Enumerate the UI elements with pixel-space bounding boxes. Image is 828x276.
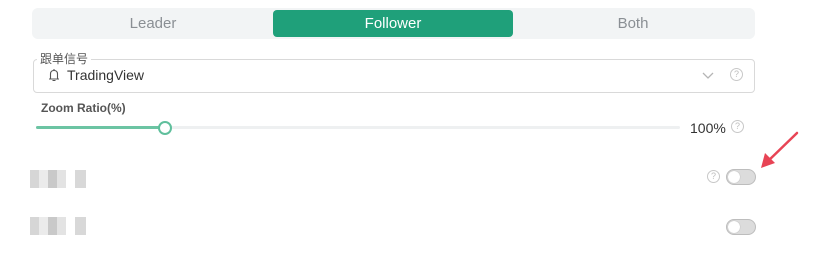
setting-toggle-1[interactable] <box>726 169 756 185</box>
zoom-help-icon[interactable]: ? <box>731 120 744 133</box>
setting-label-blurred-2 <box>30 217 86 235</box>
annotation-arrow-icon <box>761 131 799 168</box>
leader-tab[interactable]: Leader <box>34 10 272 37</box>
setting-label-blurred-1 <box>30 170 86 188</box>
signal-value: TradingView <box>67 67 145 83</box>
toggle-knob <box>728 171 740 183</box>
zoom-slider-handle[interactable] <box>157 121 172 135</box>
both-tab[interactable]: Both <box>514 10 752 37</box>
zoom-ratio-label: Zoom Ratio(%) <box>41 101 126 115</box>
setting-help-icon[interactable]: ? <box>707 170 720 183</box>
zoom-slider-track[interactable] <box>36 126 680 129</box>
signal-legend: 跟单信号 <box>37 50 92 67</box>
tradingview-bell-icon <box>49 69 59 82</box>
follower-tab[interactable]: Follower <box>273 10 513 37</box>
zoom-slider-fill <box>36 126 165 129</box>
setting-toggle-2[interactable] <box>726 219 756 235</box>
role-segmented-control: Leader Follower Both <box>32 8 755 39</box>
chevron-down-icon[interactable] <box>702 70 714 80</box>
toggle-knob <box>728 221 740 233</box>
signal-help-icon[interactable]: ? <box>730 68 743 81</box>
zoom-ratio-value: 100% <box>690 120 726 136</box>
